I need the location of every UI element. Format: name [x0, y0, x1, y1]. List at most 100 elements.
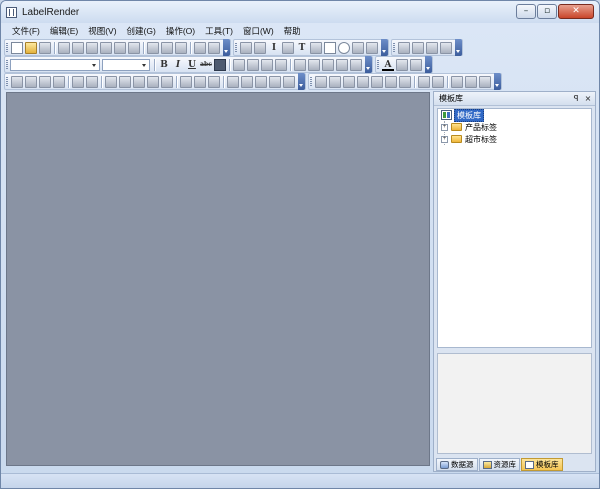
fill-color-icon[interactable] — [410, 58, 422, 71]
space-horizontal-icon[interactable] — [147, 75, 159, 88]
same-height-icon[interactable] — [119, 75, 131, 88]
toolbar-overflow-button[interactable] — [223, 39, 230, 56]
tab-datasource[interactable]: 数据源 — [436, 458, 478, 471]
text-effect-icon[interactable] — [350, 58, 362, 71]
design-workspace[interactable] — [6, 92, 430, 466]
text-tool-icon[interactable]: T — [296, 42, 308, 54]
connect-icon[interactable] — [371, 75, 383, 88]
toolbar-overflow-button[interactable] — [365, 56, 372, 73]
menu-operate[interactable]: 操作(O) — [161, 25, 200, 37]
undo-icon[interactable] — [194, 41, 206, 54]
rotate-left-icon[interactable] — [227, 75, 239, 88]
font-name-select[interactable] — [10, 58, 100, 71]
underline-button[interactable]: U — [186, 59, 198, 71]
database-icon[interactable] — [128, 41, 140, 54]
tree-node-product-labels[interactable]: + 产品标签 — [438, 121, 591, 133]
import-icon[interactable] — [114, 41, 126, 54]
rectangle-icon[interactable] — [324, 41, 336, 54]
toolbar-overflow-button[interactable] — [455, 39, 462, 56]
toolbar-overflow-button[interactable] — [298, 73, 305, 90]
node-delete-icon[interactable] — [479, 75, 491, 88]
align-justify-icon[interactable] — [275, 58, 287, 71]
lock-icon[interactable] — [283, 75, 295, 88]
image-icon[interactable] — [366, 41, 378, 54]
menu-help[interactable]: 帮助 — [279, 25, 306, 37]
rotate-text-icon[interactable] — [336, 58, 348, 71]
align-left-edge-icon[interactable] — [11, 75, 23, 88]
node-add-icon[interactable] — [465, 75, 477, 88]
align-right-icon[interactable] — [261, 58, 273, 71]
align-right-edge-icon[interactable] — [39, 75, 51, 88]
center-horizontal-icon[interactable] — [180, 75, 192, 88]
menu-file[interactable]: 文件(F) — [7, 25, 45, 37]
copy-icon[interactable] — [161, 41, 173, 54]
link-icon[interactable] — [399, 75, 411, 88]
tree-root[interactable]: 模板库 — [438, 108, 591, 122]
page-setup-icon[interactable] — [86, 41, 98, 54]
text-cursor-icon[interactable]: I — [268, 42, 280, 54]
disconnect-icon[interactable] — [385, 75, 397, 88]
print-icon[interactable] — [58, 41, 70, 54]
toolbar-overflow-button[interactable] — [494, 73, 501, 90]
bold-button[interactable]: B — [158, 59, 170, 71]
save-icon[interactable] — [39, 41, 51, 54]
zoom-page-icon[interactable] — [440, 41, 452, 54]
ellipse-icon[interactable] — [338, 41, 350, 54]
italic-button[interactable]: I — [172, 59, 184, 71]
panel-close-icon[interactable]: × — [583, 94, 593, 103]
menu-view[interactable]: 视图(V) — [83, 25, 121, 37]
strikethrough-button[interactable]: abc — [200, 59, 212, 71]
tree-root-label[interactable]: 模板库 — [454, 108, 484, 122]
toolbar-overflow-button[interactable] — [381, 39, 388, 56]
group-icon[interactable] — [86, 75, 98, 88]
polygon-icon[interactable] — [352, 41, 364, 54]
arc-icon[interactable] — [432, 75, 444, 88]
order-backward-icon[interactable] — [329, 75, 341, 88]
tab-resources[interactable]: 资源库 — [478, 458, 520, 471]
maximize-button[interactable]: ▫ — [537, 4, 557, 19]
zoom-out-icon[interactable] — [412, 41, 424, 54]
hand-icon[interactable] — [254, 41, 266, 54]
align-center-icon[interactable] — [247, 58, 259, 71]
toolbar-overflow-button[interactable] — [425, 56, 432, 73]
align-bottom-edge-icon[interactable] — [53, 75, 65, 88]
title-bar[interactable]: LabelRender – ▫ ✕ — [1, 1, 599, 23]
tree-node-label[interactable]: 超市标签 — [465, 134, 497, 145]
node-edit-icon[interactable] — [451, 75, 463, 88]
print-preview-icon[interactable] — [72, 41, 84, 54]
align-top-edge-icon[interactable] — [25, 75, 37, 88]
line-color-icon[interactable] — [396, 58, 408, 71]
align-left-icon[interactable] — [233, 58, 245, 71]
order-back-icon[interactable] — [357, 75, 369, 88]
grid-icon[interactable] — [72, 75, 84, 88]
pointer-icon[interactable] — [240, 41, 252, 54]
same-size-icon[interactable] — [133, 75, 145, 88]
pin-icon[interactable]: ꟼ — [571, 94, 581, 103]
new-file-icon[interactable] — [11, 41, 23, 54]
export-icon[interactable] — [100, 41, 112, 54]
same-width-icon[interactable] — [105, 75, 117, 88]
close-button[interactable]: ✕ — [558, 4, 594, 19]
font-color-icon[interactable]: A — [382, 59, 394, 71]
line-width-icon[interactable] — [308, 58, 320, 71]
zoom-in-icon[interactable] — [398, 41, 410, 54]
expand-icon[interactable]: + — [441, 135, 448, 143]
barcode-icon[interactable] — [282, 41, 294, 54]
cut-icon[interactable] — [147, 41, 159, 54]
flip-horizontal-icon[interactable] — [255, 75, 267, 88]
order-front-icon[interactable] — [343, 75, 355, 88]
expand-icon[interactable]: + — [441, 123, 448, 131]
menu-create[interactable]: 创建(G) — [122, 25, 161, 37]
redo-icon[interactable] — [208, 41, 220, 54]
menu-edit[interactable]: 编辑(E) — [45, 25, 83, 37]
paste-icon[interactable] — [175, 41, 187, 54]
bring-front-icon[interactable] — [208, 75, 220, 88]
order-forward-icon[interactable] — [315, 75, 327, 88]
menu-tools[interactable]: 工具(T) — [200, 25, 238, 37]
vertical-text-icon[interactable] — [322, 58, 334, 71]
zoom-fit-icon[interactable] — [426, 41, 438, 54]
tree-node-supermarket-labels[interactable]: + 超市标签 — [438, 133, 591, 145]
open-folder-icon[interactable] — [25, 41, 37, 54]
curve-icon[interactable] — [418, 75, 430, 88]
line-icon[interactable] — [310, 41, 322, 54]
